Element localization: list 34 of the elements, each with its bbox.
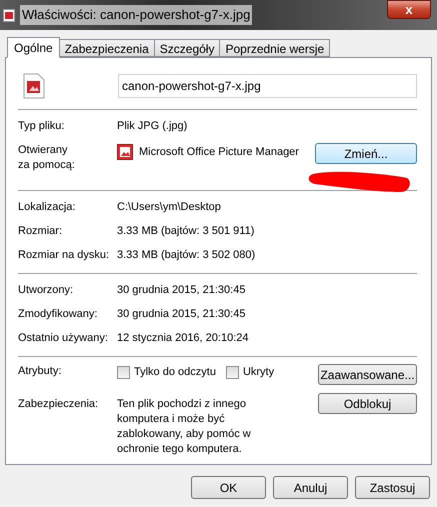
change-button[interactable]: Zmień... <box>315 143 417 164</box>
field-value: Plik JPG (.jpg) <box>117 119 188 134</box>
field-label: Utworzony: <box>18 283 74 298</box>
checkbox-label: Tylko do odczytu <box>134 365 216 380</box>
field-label: Rozmiar: <box>18 224 64 239</box>
dialog-button[interactable]: OK <box>191 476 266 499</box>
field-label: Zmodyfikowany: <box>18 307 98 322</box>
field-label: Ostatnio używany: <box>18 331 109 346</box>
field-value: 3.33 MB (bajtów: 3 501 911) <box>117 224 254 239</box>
field-label: Otwierany za pomocą: <box>18 143 76 173</box>
dialog-button[interactable]: Zastosuj <box>355 476 430 499</box>
file-name-field[interactable]: canon-powershot-g7-x.jpg <box>118 74 417 98</box>
field-label: Rozmiar na dysku: <box>18 248 110 263</box>
field-value: Microsoft Office Picture Manager <box>139 144 299 160</box>
tab[interactable]: Ogólne <box>7 37 60 58</box>
field-value: C:\Users\ym\Desktop <box>117 200 221 215</box>
advanced-button[interactable]: Zaawansowane... <box>318 364 417 385</box>
security-message: Ten plik pochodzi z innego komputera i może być zablokowany, aby pomóc w ochronie tego komputera. <box>117 397 252 457</box>
window-title: Właściwości: canon-powershot-g7-x.jpg <box>20 5 252 25</box>
field-value: 30 grudnia 2015, 21:30:45 <box>117 283 246 298</box>
field-value: 30 grudnia 2015, 21:30:45 <box>117 307 246 322</box>
close-button[interactable]: x <box>387 0 431 19</box>
field-label: Typ pliku: <box>18 119 66 134</box>
field-value: 12 stycznia 2016, 20:10:24 <box>117 331 248 346</box>
checkbox-label: Ukryty <box>242 365 274 380</box>
field-label: Zabezpieczenia: <box>18 397 100 412</box>
tab[interactable]: Zabezpieczenia <box>60 39 155 57</box>
tab[interactable]: Poprzednie wersje <box>220 39 330 57</box>
unblock-button[interactable]: Odblokuj <box>318 393 417 414</box>
dialog-button[interactable]: Anuluj <box>273 476 348 499</box>
field-label: Lokalizacja: <box>18 200 76 215</box>
field-label: Atrybuty: <box>18 364 62 379</box>
tab[interactable]: Szczegóły <box>154 39 220 57</box>
field-value: 3.33 MB (bajtów: 3 502 080) <box>117 248 256 263</box>
